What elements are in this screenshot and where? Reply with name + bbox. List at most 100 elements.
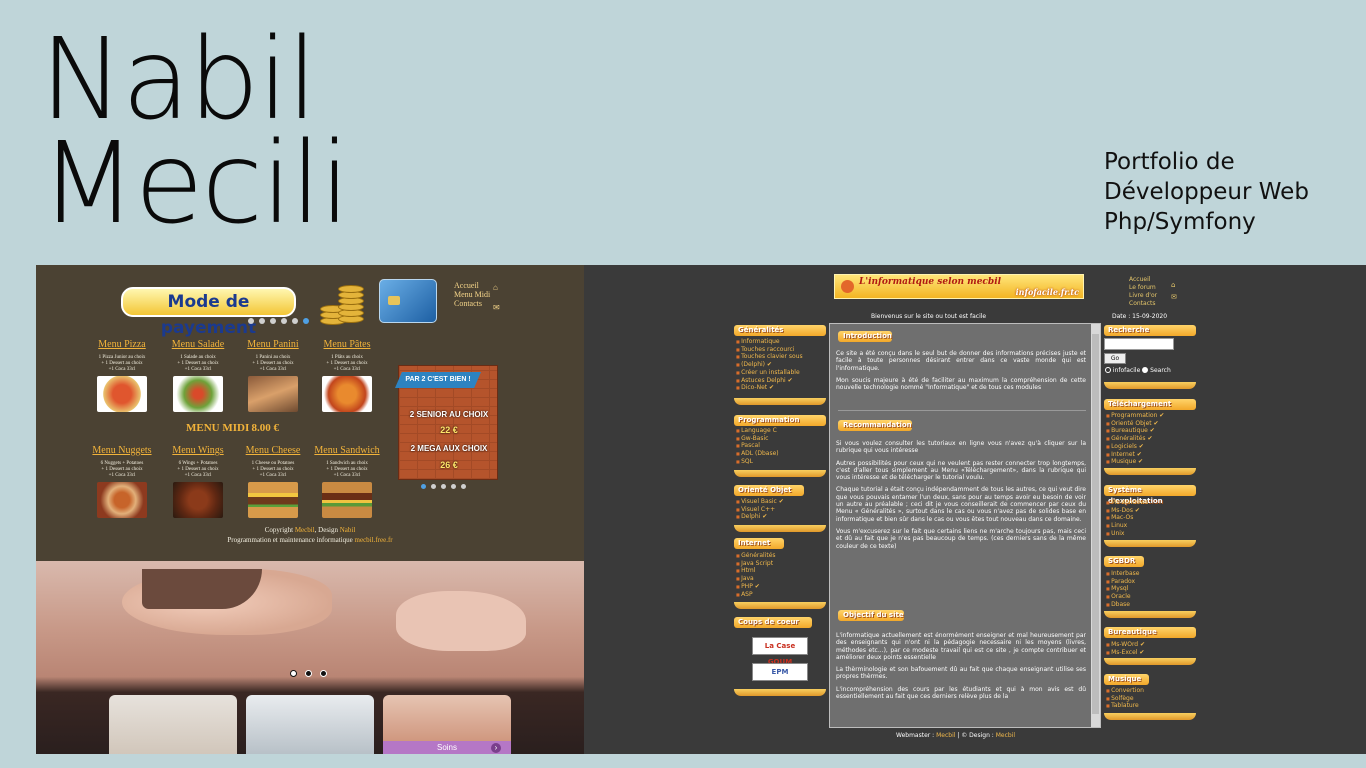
carousel-dot[interactable] — [259, 318, 265, 324]
link-item[interactable]: Généralités — [736, 552, 775, 560]
menu-salade[interactable]: Menu Salade 1 Salade au choix + 1 Desser… — [162, 339, 234, 412]
link-item[interactable]: Unix — [1106, 530, 1148, 538]
link-item[interactable]: Touches clavier sous — [736, 353, 803, 361]
link-item[interactable]: Html — [736, 567, 776, 575]
link-item[interactable]: Interbase — [1106, 570, 1139, 578]
nav-contacts[interactable]: Contacts — [454, 299, 490, 308]
link-item[interactable]: Convertion — [1106, 687, 1144, 695]
nav-livre-dor[interactable]: Livre d'or — [1129, 292, 1157, 300]
link-item[interactable]: Logiciels ✔ — [1106, 443, 1164, 451]
menu-wings[interactable]: Menu Wings 6 Wings + Potatoes + 1 Desser… — [162, 445, 234, 518]
link-item[interactable]: Tablature — [1106, 702, 1144, 710]
carousel-dot[interactable] — [461, 484, 466, 489]
link-item[interactable]: Ms-Excel ✔ — [1106, 649, 1145, 657]
go-button[interactable]: Go — [1104, 353, 1126, 364]
link-item[interactable]: Delphi ✔ — [736, 513, 784, 521]
radio-infofacile[interactable] — [1105, 367, 1111, 373]
link-item[interactable]: Language C — [736, 427, 779, 435]
nav-menu-midi[interactable]: Menu Midi — [454, 290, 490, 299]
carousel-dot[interactable] — [270, 318, 276, 324]
link-item[interactable]: Touches raccourci — [736, 346, 803, 354]
link-item[interactable]: Ms-Windows — [1106, 499, 1148, 507]
section-footer — [1104, 713, 1196, 720]
link-item[interactable]: ADL (Dbase) — [736, 450, 779, 458]
menu-cheese[interactable]: Menu Cheese 1 Cheese ou Potatoes + 1 Des… — [237, 445, 309, 518]
menu-pates[interactable]: Menu Pâtes 1 Plâts au choix + 1 Dessert … — [311, 339, 383, 412]
link-item[interactable]: Pascal — [736, 442, 779, 450]
footer-webmaster[interactable]: Mecbil — [936, 732, 955, 739]
carousel-dot[interactable] — [441, 484, 446, 489]
link-item[interactable]: Généralités ✔ — [1106, 435, 1164, 443]
chevron-right-icon[interactable]: › — [491, 743, 501, 753]
carousel-dot[interactable] — [281, 318, 287, 324]
link-item[interactable]: Gw-Basic — [736, 435, 779, 443]
carousel-dot[interactable] — [320, 670, 327, 677]
link-item[interactable]: Dbase — [1106, 601, 1139, 609]
link-item[interactable]: Visuel Basic ✔ — [736, 498, 784, 506]
link-item[interactable]: Linux — [1106, 522, 1148, 530]
carousel-dot[interactable] — [292, 318, 298, 324]
spa-card[interactable] — [246, 695, 374, 754]
link-item[interactable]: ASP — [736, 591, 776, 599]
menu-title[interactable]: Menu Nuggets — [86, 445, 158, 456]
promo-banner[interactable]: PAR 2 C'EST BIEN ! 2 SENIOR AU CHOIX 22 … — [395, 365, 498, 480]
link-item[interactable]: PHP ✔ — [736, 583, 776, 591]
link-item[interactable]: Mysql — [1106, 585, 1139, 593]
menu-title[interactable]: Menu Pâtes — [311, 339, 383, 350]
nav-accueil[interactable]: Accueil — [454, 281, 490, 290]
carousel-dot[interactable] — [431, 484, 436, 489]
spa-card[interactable] — [109, 695, 237, 754]
link-item[interactable]: Java Script — [736, 560, 776, 568]
link-item[interactable]: Bureautique ✔ — [1106, 427, 1164, 435]
link-item[interactable]: Paradox — [1106, 578, 1139, 586]
link-item[interactable]: Ms-WOrd ✔ — [1106, 641, 1145, 649]
badge-epm[interactable]: EPM — [752, 663, 808, 681]
menu-nuggets[interactable]: Menu Nuggets 6 Nuggets + Potatoes + 1 De… — [86, 445, 158, 518]
scrollbar[interactable] — [1091, 324, 1100, 727]
copyright-design[interactable]: Nabil — [340, 526, 356, 534]
link-item[interactable]: Musique ✔ — [1106, 458, 1164, 466]
badge-la-case-goum[interactable]: La Case GOUM — [752, 637, 808, 666]
menu-sandwich[interactable]: Menu Sandwich 1 Sandwich au choix + 1 De… — [311, 445, 383, 518]
menu-title[interactable]: Menu Panini — [237, 339, 309, 350]
spa-card-soins[interactable]: Soins › — [383, 695, 511, 754]
nav-forum[interactable]: Le forum — [1129, 284, 1157, 292]
carousel-dot[interactable] — [451, 484, 456, 489]
link-item[interactable]: Mac-Os — [1106, 514, 1148, 522]
link-item[interactable]: SQL — [736, 458, 779, 466]
link-item[interactable]: Informatique — [736, 338, 803, 346]
infofacile-logo[interactable]: L'informatique selon mecbil infofacile.f… — [834, 274, 1084, 299]
link-item[interactable]: (Delphi) ✔ — [736, 361, 803, 369]
copyright-name[interactable]: Mecbil — [295, 526, 315, 534]
menu-title[interactable]: Menu Wings — [162, 445, 234, 456]
carousel-dot-active[interactable] — [290, 670, 297, 677]
link-item[interactable]: Dico-Net ✔ — [736, 384, 803, 392]
link-item[interactable]: Programmation ✔ — [1106, 412, 1164, 420]
link-item[interactable]: Visuel C++ — [736, 506, 784, 514]
menu-title[interactable]: Menu Cheese — [237, 445, 309, 456]
link-item[interactable]: Astuces Delphi ✔ — [736, 377, 803, 385]
search-input[interactable] — [1104, 338, 1174, 350]
carousel-dot[interactable] — [248, 318, 254, 324]
link-item[interactable]: Solfège — [1106, 695, 1144, 703]
link-item[interactable]: Oracle — [1106, 593, 1139, 601]
link-item[interactable]: Créer un installable — [736, 369, 803, 377]
nav-accueil[interactable]: Accueil — [1129, 276, 1157, 284]
menu-pizza[interactable]: Menu Pizza 1 Pizza Junior au choix + 1 D… — [86, 339, 158, 412]
link-item[interactable]: Orienté Objet ✔ — [1106, 420, 1164, 428]
carousel-dot-active[interactable] — [303, 318, 309, 324]
carousel-dot-active[interactable] — [421, 484, 426, 489]
footer-design[interactable]: Mecbil — [996, 732, 1015, 739]
menu-title[interactable]: Menu Pizza — [86, 339, 158, 350]
carousel-dot[interactable] — [305, 670, 312, 677]
main-content-panel[interactable]: Introduction Ce site a été conçu dans le… — [829, 323, 1101, 728]
link-item[interactable]: Internet ✔ — [1106, 451, 1164, 459]
link-item[interactable]: Java — [736, 575, 776, 583]
link-item[interactable]: Ms-Dos ✔ — [1106, 507, 1148, 515]
menu-title[interactable]: Menu Sandwich — [311, 445, 383, 456]
menu-title[interactable]: Menu Salade — [162, 339, 234, 350]
maintenance-link[interactable]: mecbil.free.fr — [355, 536, 393, 544]
nav-contacts[interactable]: Contacts — [1129, 300, 1157, 308]
radio-search[interactable] — [1142, 367, 1149, 373]
menu-panini[interactable]: Menu Panini 1 Panini au choix + 1 Desser… — [237, 339, 309, 412]
